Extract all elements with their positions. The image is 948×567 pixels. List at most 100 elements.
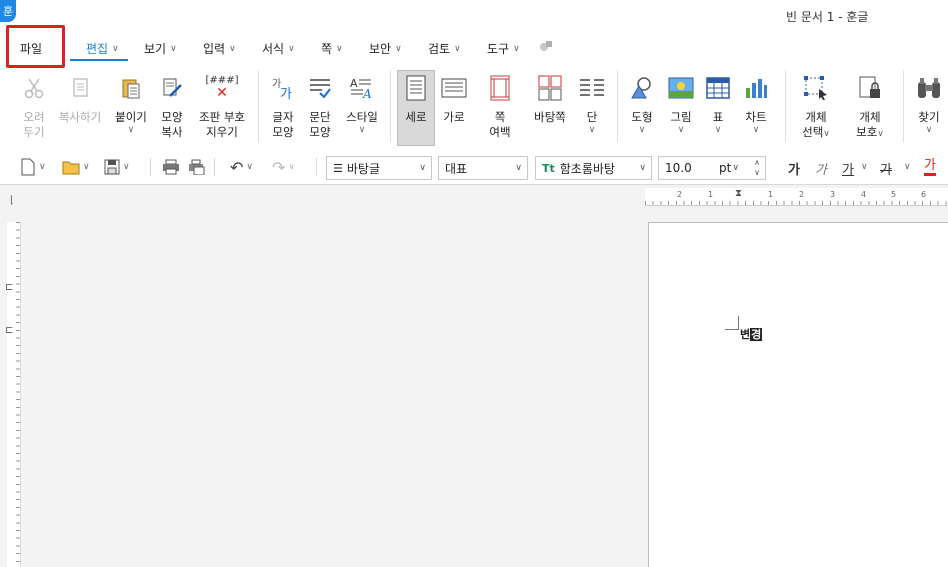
ribbon-separator	[390, 70, 391, 142]
para-shape-icon	[306, 74, 334, 102]
app-logo: 훈	[0, 0, 16, 22]
menu-review[interactable]: 검토 ∨	[428, 40, 461, 57]
menu-insert[interactable]: 입력 ∨	[203, 40, 236, 57]
indent-marker[interactable]: ⊏	[5, 325, 13, 336]
chevron-down-icon[interactable]: ∨	[861, 162, 868, 172]
object-protect-button[interactable]: 개체 보호∨	[854, 66, 886, 148]
portrait-page-icon	[402, 74, 430, 102]
chevron-down-icon: ∨	[752, 125, 760, 135]
italic-button[interactable]: 가	[815, 159, 827, 178]
format-copy-button[interactable]: 모양 복사	[156, 66, 188, 148]
window-title: 빈 문서 1 - 훈글	[786, 10, 869, 24]
menu-tools[interactable]: 도구 ∨	[487, 40, 520, 57]
background-page-button[interactable]: 바탕쪽	[530, 66, 570, 148]
find-button[interactable]: 찾기 ∨	[913, 66, 945, 148]
bold-button[interactable]: 가	[788, 159, 800, 178]
columns-button[interactable]: 단 ∨	[576, 66, 608, 148]
font-size-unit: pt	[719, 161, 732, 175]
object-protect-label-2: 보호∨	[856, 125, 884, 140]
page-margin-button[interactable]: 쪽 여백	[483, 66, 517, 148]
menu-edit-label: 편집	[86, 42, 109, 56]
document-page[interactable]	[648, 222, 948, 567]
vertical-ruler[interactable]: ⊏ ⊏	[5, 222, 21, 567]
table-icon	[704, 74, 732, 102]
svg-text:가: 가	[280, 87, 292, 100]
para-shape-button[interactable]: 문단 모양	[304, 66, 336, 148]
ruler-mark: 6	[921, 190, 927, 199]
menu-view-label: 보기	[144, 42, 167, 56]
size-down-icon: ∨	[754, 168, 760, 177]
clear-codes-button[interactable]: [###] ✕ 조판 부호 지우기	[195, 66, 249, 148]
chevron-down-icon: ∨	[336, 43, 343, 54]
menu-review-label: 검토	[428, 42, 451, 56]
ruler-mark: 3	[830, 190, 836, 199]
chevron-down-icon: ∨	[925, 125, 933, 135]
menu-file[interactable]: 파일	[20, 40, 42, 57]
clipboard-icon	[117, 74, 145, 102]
chevron-down-icon[interactable]: ∨	[732, 163, 739, 173]
shape-icon	[628, 74, 656, 102]
size-stepper[interactable]: ∧ ∨	[751, 158, 763, 178]
typed-text[interactable]: 변경	[740, 326, 763, 342]
ruler-corner-tab[interactable]: ⌊	[10, 195, 14, 206]
open-folder-button[interactable]: ∨	[62, 157, 90, 177]
language-select[interactable]: 대표 ∨	[438, 156, 528, 180]
table-button[interactable]: 표 ∨	[704, 66, 732, 148]
redo-button[interactable]: ↷ ∨	[272, 157, 295, 177]
indent-marker[interactable]: ⊏	[5, 282, 13, 293]
copy-button[interactable]: 복사하기	[56, 66, 104, 148]
menu-security-label: 보안	[369, 42, 392, 56]
chevron-down-icon: ∨	[395, 43, 402, 54]
menu-bar: 편집 ∨ 보기 ∨ 입력 ∨ 서식 ∨ 쪽 ∨ 보안 ∨ 검토 ∨ 도구 ∨	[0, 32, 948, 64]
binoculars-icon	[915, 74, 943, 102]
clear-codes-label-1: 조판 부호	[199, 110, 245, 124]
chevron-down-icon[interactable]: ∨	[904, 162, 911, 172]
print-button[interactable]	[162, 157, 180, 177]
menu-security[interactable]: 보안 ∨	[369, 40, 402, 57]
chevron-down-icon: ∨	[288, 43, 295, 54]
save-button[interactable]: ∨	[104, 157, 130, 177]
print-preview-button[interactable]	[188, 157, 206, 177]
indent-marker[interactable]: ⧗	[735, 188, 742, 199]
ruler-mark: 1	[708, 190, 714, 199]
undo-button[interactable]: ↶ ∨	[230, 157, 253, 177]
format-copy-label-1: 모양	[161, 110, 183, 124]
save-icon	[104, 159, 120, 175]
style-select[interactable]: ☰ 바탕글 ∨	[326, 156, 432, 180]
menu-edit[interactable]: 편집 ∨	[86, 40, 119, 57]
font-color-button[interactable]: 가	[924, 159, 936, 176]
font-select[interactable]: Tt 함초롬바탕 ∨	[535, 156, 652, 180]
toolbar-separator	[316, 158, 317, 176]
style-button[interactable]: AA 스타일 ∨	[343, 66, 381, 148]
cut-button[interactable]: 오려 두기	[20, 66, 48, 148]
menu-format[interactable]: 서식 ∨	[262, 40, 295, 57]
para-shape-label-1: 문단	[309, 110, 331, 124]
ribbon-settings-icon[interactable]	[538, 38, 554, 54]
underline-button[interactable]: 가	[842, 159, 854, 178]
paste-button[interactable]: 붙이기 ∨	[112, 66, 150, 148]
shape-button[interactable]: 도형 ∨	[626, 66, 658, 148]
picture-label: 그림	[670, 110, 692, 124]
svg-text:A: A	[350, 77, 358, 90]
chevron-down-icon: ∨	[877, 129, 884, 139]
print-preview-icon	[189, 159, 205, 175]
toolbar-separator	[214, 158, 215, 176]
font-size-input[interactable]: 10.0 pt ∨ ∧ ∨	[658, 156, 766, 180]
portrait-button[interactable]: 세로	[399, 66, 433, 148]
strikethrough-button[interactable]: 가	[880, 159, 892, 178]
menu-view[interactable]: 보기 ∨	[144, 40, 177, 57]
landscape-button[interactable]: 가로	[437, 66, 471, 148]
menu-page[interactable]: 쪽 ∨	[321, 40, 343, 57]
chevron-down-icon: ∨	[639, 163, 646, 173]
chart-button[interactable]: 차트 ∨	[740, 66, 772, 148]
object-select-button[interactable]: 개체 선택∨	[800, 66, 832, 148]
char-shape-button[interactable]: 가가 글자 모양	[266, 66, 300, 148]
new-file-icon	[21, 158, 35, 176]
picture-button[interactable]: 그림 ∨	[665, 66, 697, 148]
chevron-down-icon: ∨	[246, 162, 253, 172]
chevron-down-icon: ∨	[714, 125, 722, 135]
horizontal-ruler[interactable]: 2 1 ⧗ 1 2 3 4 5 6	[645, 188, 948, 206]
chevron-down-icon: ∨	[39, 162, 46, 172]
chevron-down-icon: ∨	[677, 125, 685, 135]
new-document-button[interactable]: ∨	[20, 157, 46, 177]
